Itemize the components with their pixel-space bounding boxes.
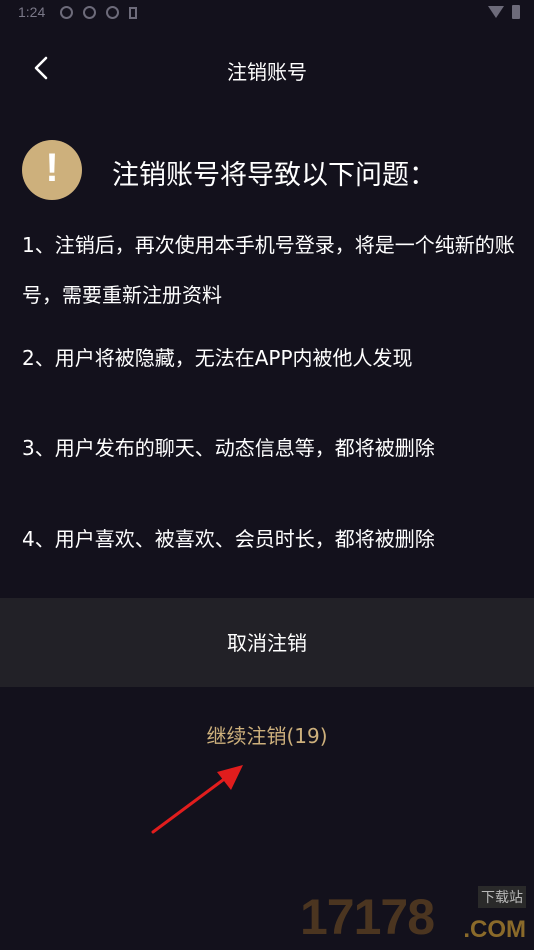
watermark-logo: 17178 .COM 下载站 (300, 886, 528, 946)
status-time: 1:24 (18, 4, 46, 20)
continue-deactivation-button[interactable]: 继续注销(19) (0, 716, 534, 756)
status-bar: 1:24 (0, 0, 534, 26)
watermark-number: 17178 (300, 889, 435, 945)
notice-item: 1、注销后，再次使用本手机号登录，将是一个纯新的账号，需要重新注册资料 (22, 233, 515, 307)
notification-icon (129, 7, 137, 19)
status-system-icons (488, 5, 520, 19)
annotation-arrow-icon (151, 765, 243, 834)
page-title: 注销账号 (227, 60, 307, 84)
warning-icon: ! (22, 140, 82, 200)
watermark-dotcom: .COM (463, 916, 526, 943)
notice-item: 2、用户将被隐藏，无法在APP内被他人发现 (22, 346, 413, 370)
notice-item: 4、用户喜欢、被喜欢、会员时长，都将被删除 (22, 527, 435, 551)
notification-icon (83, 6, 96, 19)
warning-heading: 注销账号将导致以下问题： (112, 160, 436, 191)
notice-item: 3、用户发布的聊天、动态信息等，都将被删除 (22, 436, 435, 460)
warning-block: ! 注销账号将导致以下问题： (22, 140, 522, 204)
warning-icon-glyph: ! (45, 146, 59, 190)
notification-icon (106, 6, 119, 19)
notification-icon (60, 6, 73, 19)
header: 注销账号 (0, 40, 534, 96)
status-notification-icons (60, 6, 137, 19)
wifi-icon (488, 6, 504, 18)
cancel-deactivation-button[interactable]: 取消注销 (0, 598, 534, 687)
battery-icon (512, 5, 520, 19)
watermark-tag: 下载站 (478, 886, 526, 908)
